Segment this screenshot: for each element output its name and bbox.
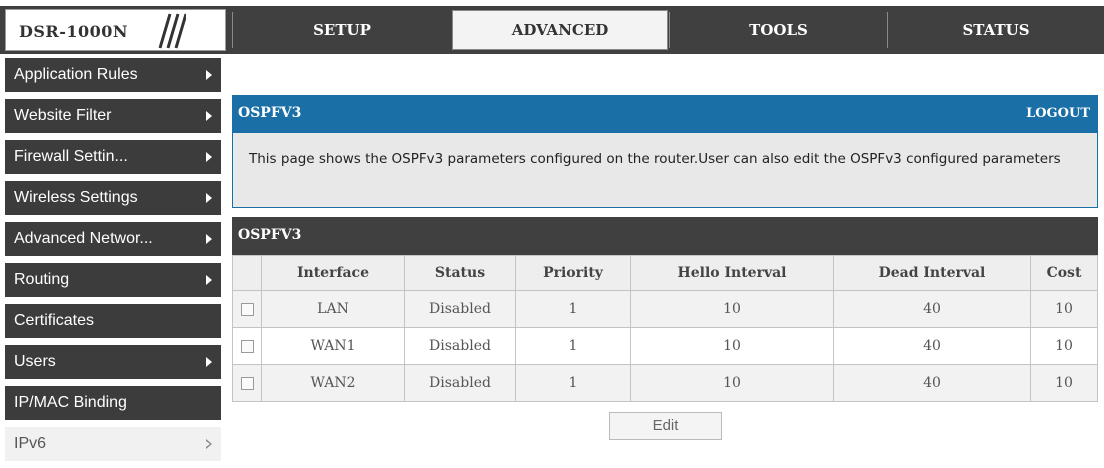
priority-cell: 1 xyxy=(515,290,631,328)
sidebar-item-website-filter[interactable]: Website Filter xyxy=(5,99,221,133)
right-triangle-icon xyxy=(206,111,212,121)
sidebar-item-application-rules[interactable]: Application Rules xyxy=(5,58,221,92)
sidebar-item-label: IP/MAC Binding xyxy=(14,394,127,411)
column-header-select xyxy=(232,255,262,291)
row-select-cell xyxy=(232,290,262,328)
status-cell: Disabled xyxy=(404,290,516,328)
dead-interval-cell: 40 xyxy=(833,327,1031,365)
sidebar-item-label: Website Filter xyxy=(14,107,112,124)
table-title: OSPFV3 xyxy=(238,227,302,243)
table-row: WAN1 Disabled 1 10 40 10 xyxy=(232,327,1098,365)
tab-status[interactable]: STATUS xyxy=(888,12,1104,48)
column-header-hello-interval: Hello Interval xyxy=(630,255,834,291)
column-header-status: Status xyxy=(404,255,516,291)
page-description: This page shows the OSPFv3 parameters co… xyxy=(232,133,1098,208)
interface-cell: LAN xyxy=(261,290,405,328)
table-row: WAN2 Disabled 1 10 40 10 xyxy=(232,364,1098,402)
device-model-label: DSR-1000N xyxy=(19,22,129,41)
sidebar-item-label: Wireless Settings xyxy=(14,189,138,206)
sidebar-item-wireless-settings[interactable]: Wireless Settings xyxy=(5,181,221,215)
checkbox-icon[interactable] xyxy=(240,376,254,390)
checkbox-icon[interactable] xyxy=(240,302,254,316)
right-triangle-icon xyxy=(206,357,212,367)
priority-cell: 1 xyxy=(515,327,631,365)
ospfv3-table: Interface Status Priority Hello Interval… xyxy=(232,255,1098,402)
sidebar-item-label: Users xyxy=(14,353,56,370)
right-triangle-icon xyxy=(206,275,212,285)
sidebar-item-advanced-network[interactable]: Advanced Networ... xyxy=(5,222,221,256)
sidebar-item-label: Advanced Networ... xyxy=(14,230,153,247)
sidebar-item-ipv6[interactable]: IPv6 xyxy=(5,427,221,461)
page-title: OSPFV3 xyxy=(238,105,302,121)
checkbox-icon[interactable] xyxy=(240,339,254,353)
table-header-row: Interface Status Priority Hello Interval… xyxy=(232,255,1098,291)
table-row: LAN Disabled 1 10 40 10 xyxy=(232,290,1098,328)
cost-cell: 10 xyxy=(1030,327,1098,365)
sidebar-menu: Application Rules Website Filter Firewal… xyxy=(5,58,221,468)
sidebar-item-label: Firewall Settin... xyxy=(14,148,128,165)
tab-setup[interactable]: SETUP xyxy=(233,12,451,48)
right-triangle-icon xyxy=(206,152,212,162)
dead-interval-cell: 40 xyxy=(833,364,1031,402)
sidebar-item-label: Application Rules xyxy=(14,66,138,83)
row-select-cell xyxy=(232,364,262,402)
dead-interval-cell: 40 xyxy=(833,290,1031,328)
column-header-dead-interval: Dead Interval xyxy=(833,255,1031,291)
column-header-interface: Interface xyxy=(261,255,405,291)
interface-cell: WAN2 xyxy=(261,364,405,402)
tab-advanced[interactable]: ADVANCED xyxy=(452,10,668,50)
logout-link[interactable]: LOGOUT xyxy=(1026,106,1090,121)
hello-interval-cell: 10 xyxy=(630,327,834,365)
brand-box: DSR-1000N xyxy=(5,9,226,51)
sidebar-item-ip-mac-binding[interactable]: IP/MAC Binding xyxy=(5,386,221,420)
right-triangle-icon xyxy=(206,193,212,203)
sidebar-item-routing[interactable]: Routing xyxy=(5,263,221,297)
right-triangle-icon xyxy=(206,234,212,244)
interface-cell: WAN1 xyxy=(261,327,405,365)
tab-tools[interactable]: TOOLS xyxy=(670,12,887,48)
column-header-priority: Priority xyxy=(515,255,631,291)
row-select-cell xyxy=(232,327,262,365)
table-header-bar: OSPFV3 xyxy=(232,217,1098,255)
sidebar-item-certificates[interactable]: Certificates xyxy=(5,304,221,338)
info-panel-header: OSPFV3 LOGOUT xyxy=(232,95,1098,133)
column-header-cost: Cost xyxy=(1030,255,1098,291)
sidebar-item-label: IPv6 xyxy=(14,435,47,452)
cost-cell: 10 xyxy=(1030,364,1098,402)
sidebar-item-label: Certificates xyxy=(14,312,95,329)
top-navigation-bar: DSR-1000N SETUP ADVANCED TOOLS STATUS xyxy=(0,6,1104,54)
sidebar-item-users[interactable]: Users xyxy=(5,345,221,379)
right-triangle-icon xyxy=(206,70,212,80)
status-cell: Disabled xyxy=(404,364,516,402)
hello-interval-cell: 10 xyxy=(630,364,834,402)
status-cell: Disabled xyxy=(404,327,516,365)
hello-interval-cell: 10 xyxy=(630,290,834,328)
sidebar-item-firewall-settings[interactable]: Firewall Settin... xyxy=(5,140,221,174)
edit-button[interactable]: Edit xyxy=(609,412,722,440)
cost-cell: 10 xyxy=(1030,290,1098,328)
brand-slashes-logo xyxy=(158,13,186,49)
sidebar-item-label: Routing xyxy=(14,271,70,288)
priority-cell: 1 xyxy=(515,364,631,402)
right-triangle-outline-icon xyxy=(206,439,212,449)
